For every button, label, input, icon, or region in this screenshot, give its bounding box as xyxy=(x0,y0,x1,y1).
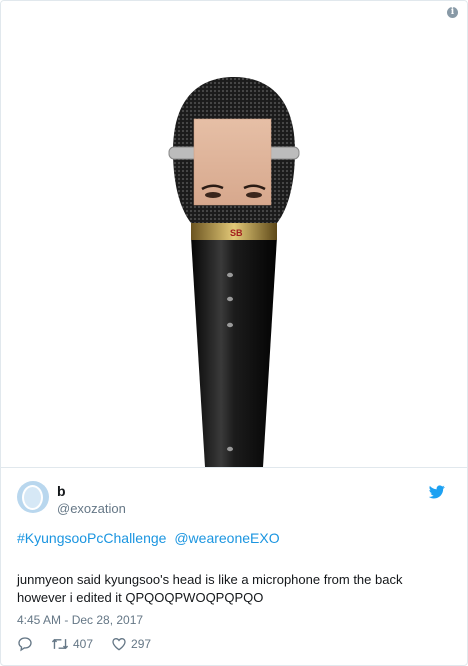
hashtag-link[interactable]: #KyungsooPcChallenge xyxy=(17,530,166,546)
tweet-timestamp[interactable]: 4:45 AM - Dec 28, 2017 xyxy=(17,613,143,627)
like-count: 297 xyxy=(131,637,152,651)
microphone-image: SB xyxy=(168,77,300,467)
tweet-text: junmyeon said kyungsoo's head is like a … xyxy=(17,571,457,607)
microphone-handle xyxy=(191,237,277,467)
tweet-media[interactable]: SB i xyxy=(1,1,467,468)
tweet-actions: 407 297 xyxy=(17,635,169,653)
info-icon[interactable]: i xyxy=(447,7,458,18)
microphone-brand-label: SB xyxy=(230,228,243,238)
tweet-card: SB i b @exozation #KyungsooPcChallenge @… xyxy=(0,0,468,666)
avatar[interactable] xyxy=(17,481,49,513)
tweet-text-line: however i edited it QPQOQPWOQPQPQO xyxy=(17,590,264,605)
heart-icon xyxy=(112,637,126,651)
like-button[interactable]: 297 xyxy=(111,636,151,652)
reply-button[interactable] xyxy=(17,636,33,652)
author-handle[interactable]: @exozation xyxy=(57,501,126,516)
tweet-text-line: junmyeon said kyungsoo's head is like a … xyxy=(17,572,403,587)
tweet-hashtags: #KyungsooPcChallenge @weareoneEXO xyxy=(17,530,284,546)
twitter-bird-icon[interactable] xyxy=(429,485,445,499)
retweet-count: 407 xyxy=(73,637,94,651)
author-name[interactable]: b xyxy=(57,483,66,499)
reply-icon xyxy=(18,637,32,652)
retweet-button[interactable]: 407 xyxy=(51,636,93,652)
retweet-icon xyxy=(51,638,69,650)
face-overlay xyxy=(193,118,272,206)
mention-link[interactable]: @weareoneEXO xyxy=(174,530,279,546)
